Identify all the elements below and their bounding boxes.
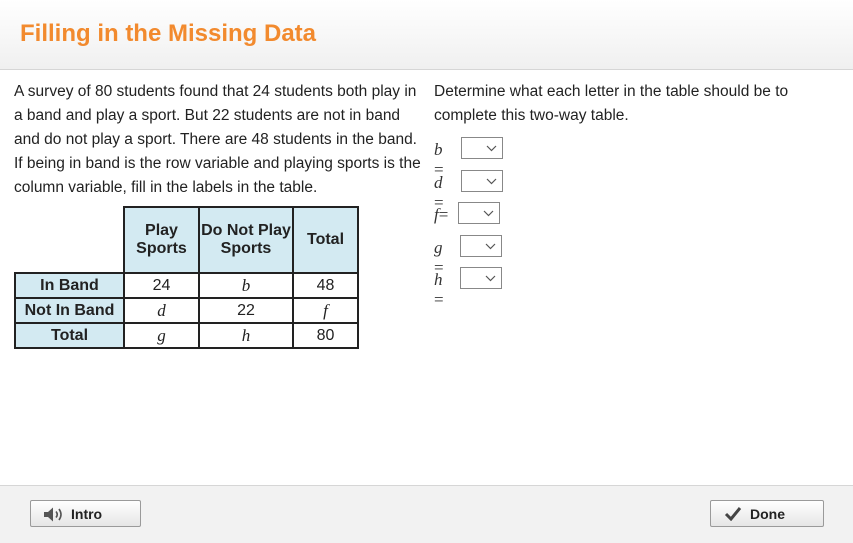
table-cell-variable: h <box>198 322 294 349</box>
intro-button-label: Intro <box>71 506 103 522</box>
dropdown-d[interactable] <box>461 169 503 192</box>
speaker-icon <box>44 507 62 522</box>
row-header-not-in-band: Not In Band <box>14 297 125 324</box>
row-header-in-band: In Band <box>14 272 125 299</box>
row-header-total: Total <box>14 322 125 349</box>
table-cell-variable: b <box>198 272 294 299</box>
header-bar: Filling in the Missing Data <box>0 0 853 70</box>
table-cell: 22 <box>198 297 294 324</box>
instructions-text: Determine what each letter in the table … <box>434 83 789 124</box>
checkmark-icon <box>724 507 742 521</box>
col-header-play-sports: Play Sports <box>123 206 200 274</box>
dropdown-f[interactable] <box>458 202 500 224</box>
done-button[interactable]: Done <box>710 500 824 527</box>
col-header-total: Total <box>292 206 359 274</box>
table-cell: 48 <box>292 272 359 299</box>
page-title: Filling in the Missing Data <box>20 20 317 47</box>
chevron-down-icon <box>486 145 497 152</box>
dropdown-g[interactable] <box>460 234 502 257</box>
chevron-down-icon <box>485 275 496 282</box>
chevron-down-icon <box>486 178 497 184</box>
table-corner <box>15 207 125 274</box>
done-button-label: Done <box>750 506 785 522</box>
table-row: In Band 24 b 48 <box>14 272 359 299</box>
dropdown-h[interactable] <box>460 267 502 289</box>
problem-text: A survey of 80 students found that 24 st… <box>14 83 421 196</box>
answer-label-h: h = <box>434 270 444 309</box>
table-cell-variable: g <box>123 322 200 349</box>
intro-button[interactable]: Intro <box>30 500 141 527</box>
chevron-down-icon <box>485 243 496 249</box>
table-cell-variable: f <box>292 297 359 324</box>
two-way-table: Play Sports Do Not Play Sports Total In … <box>14 206 359 349</box>
footer-bar: Intro Done <box>0 485 853 543</box>
table-cell: 80 <box>292 322 359 349</box>
table-row: Not In Band d 22 f <box>14 297 359 324</box>
answer-label-f: f= <box>434 205 449 224</box>
chevron-down-icon <box>483 210 494 217</box>
table-row: Total g h 80 <box>14 322 359 349</box>
table-cell-variable: d <box>123 297 200 324</box>
dropdown-b[interactable] <box>461 137 503 159</box>
col-header-do-not-play-sports: Do Not Play Sports <box>198 206 294 274</box>
table-cell: 24 <box>123 272 200 299</box>
